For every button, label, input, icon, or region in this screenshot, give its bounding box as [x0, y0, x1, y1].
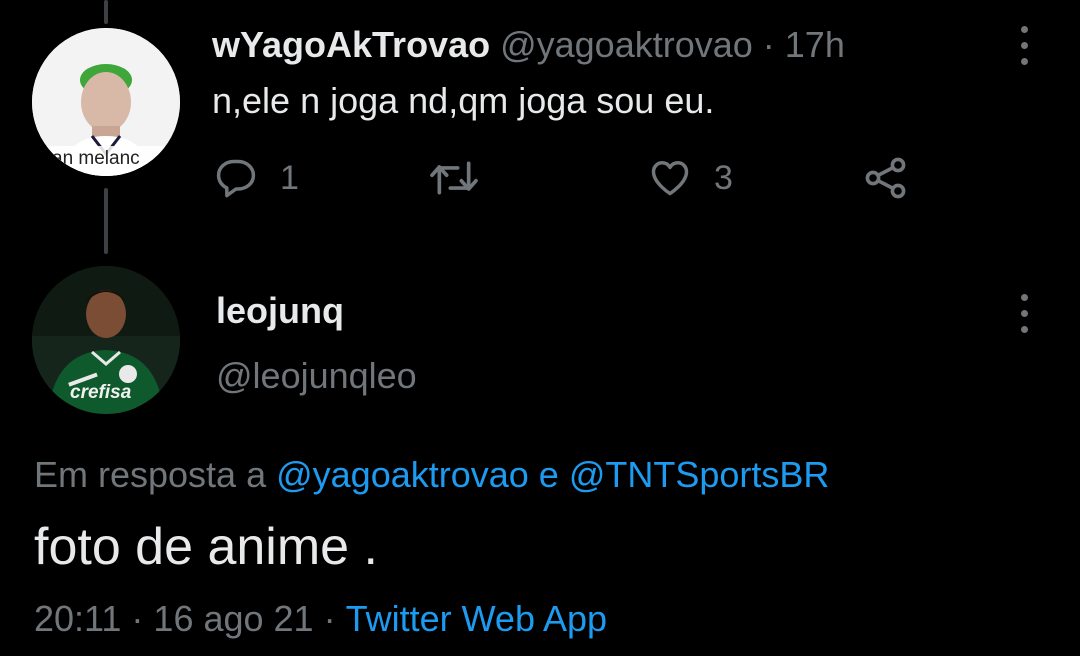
share-icon: [865, 157, 906, 199]
more-icon-dot: [1021, 58, 1028, 65]
parent-header: wYagoAkTrovao @yagoaktrovao · 17h: [212, 24, 845, 66]
main-avatar[interactable]: crefisa: [32, 266, 180, 414]
more-icon: [1021, 294, 1028, 301]
main-more-button[interactable]: [1012, 292, 1036, 336]
parent-more-button[interactable]: [1012, 24, 1036, 68]
meta-separator-2: ·: [323, 598, 336, 639]
parent-separator: ·: [762, 24, 775, 65]
reply-icon: [216, 159, 256, 198]
reply-context: Em resposta a @yagoaktrovao e @TNTSports…: [34, 454, 829, 496]
like-button[interactable]: 3: [648, 153, 733, 203]
like-icon: [651, 161, 689, 196]
reply-mention-1[interactable]: @yagoaktrovao: [276, 454, 529, 496]
parent-time[interactable]: 17h: [785, 24, 845, 66]
tweet-meta: 20:11 · 16 ago 21 · Twitter Web App: [34, 598, 607, 640]
main-text: foto de anime .: [34, 518, 378, 576]
meta-separator: ·: [131, 598, 144, 639]
reply-prefix: Em resposta a: [34, 454, 267, 495]
main-handle[interactable]: @leojunqleo: [216, 355, 417, 397]
thread-line-bottom: [104, 188, 108, 254]
main-avatar-caption: crefisa: [70, 382, 132, 403]
more-icon-dot: [1021, 310, 1028, 317]
reply-count: 1: [280, 158, 299, 197]
parent-text: n,ele n joga nd,qm joga sou eu.: [212, 80, 715, 121]
more-icon-dot: [1021, 326, 1028, 333]
share-button[interactable]: [862, 153, 910, 203]
reply-mention-2[interactable]: @TNTSportsBR: [569, 454, 830, 496]
main-display-name[interactable]: leojunq: [216, 290, 344, 332]
reply-conjunction: e: [538, 454, 559, 495]
parent-avatar[interactable]: an melanc: [32, 28, 180, 176]
more-icon-dot: [1021, 42, 1028, 49]
parent-avatar-caption: an melanc: [52, 148, 140, 169]
retweet-button[interactable]: [428, 153, 502, 203]
parent-handle[interactable]: @yagoaktrovao: [500, 24, 753, 66]
retweet-icon: [430, 161, 478, 195]
like-count: 3: [714, 158, 733, 197]
tweet-date[interactable]: 16 ago 21: [153, 598, 313, 640]
parent-display-name[interactable]: wYagoAkTrovao: [212, 24, 490, 66]
tweet-time[interactable]: 20:11: [34, 598, 121, 640]
tweet-source[interactable]: Twitter Web App: [346, 598, 607, 640]
reply-button[interactable]: 1: [214, 153, 299, 203]
more-icon: [1021, 26, 1028, 33]
thread-line-top: [104, 0, 108, 24]
